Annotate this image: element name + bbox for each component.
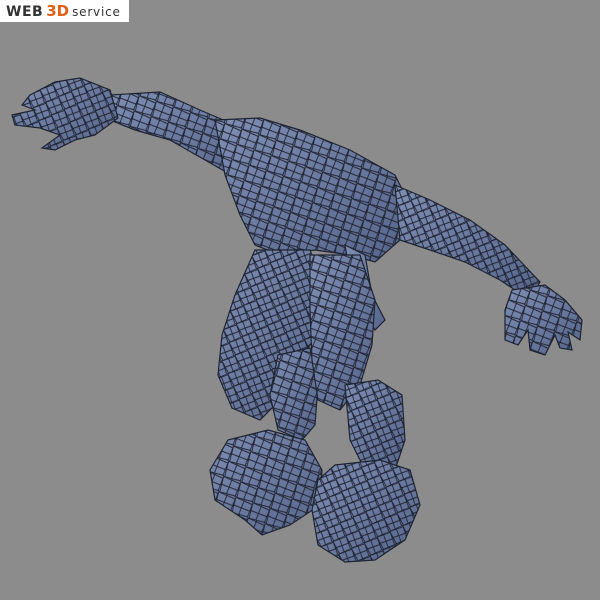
logo-3d-text: 3D <box>46 2 70 20</box>
right-hand <box>504 284 583 356</box>
torso <box>214 117 411 263</box>
right-arm <box>394 184 541 301</box>
logo-web-text: WEB <box>6 4 44 20</box>
render-viewport: WEB 3D service <box>0 0 600 600</box>
left-leg <box>217 249 326 441</box>
right-leg <box>309 254 406 471</box>
right-foot <box>311 459 421 563</box>
wireframe-model <box>11 77 583 563</box>
left-foot <box>209 429 323 536</box>
web3d-service-logo: WEB 3D service <box>0 0 129 22</box>
left-hand <box>11 77 119 151</box>
logo-service-text: service <box>72 5 121 19</box>
